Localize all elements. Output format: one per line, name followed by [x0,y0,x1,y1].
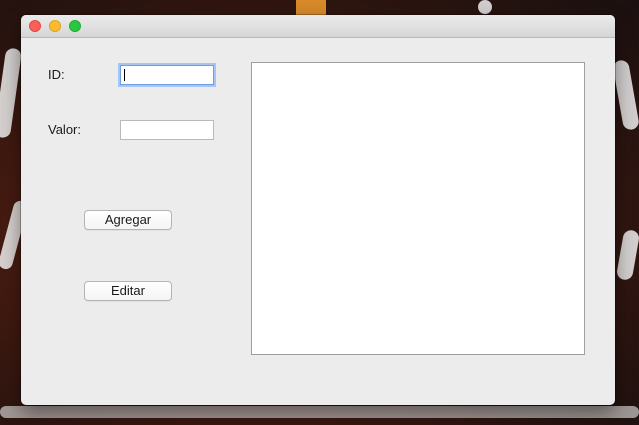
close-window-button[interactable] [29,20,41,32]
valor-input[interactable] [120,120,214,140]
id-input[interactable] [120,65,214,85]
editar-button[interactable]: Editar [84,281,172,301]
wallpaper-stroke [478,0,492,14]
valor-label: Valor: [48,122,81,137]
wallpaper-stroke [0,406,639,418]
minimize-window-button[interactable] [49,20,61,32]
agregar-button[interactable]: Agregar [84,210,172,230]
output-text-area[interactable] [251,62,585,355]
zoom-window-button[interactable] [69,20,81,32]
wallpaper-stroke [615,228,639,282]
wallpaper-stroke [612,59,639,131]
text-caret [124,69,125,81]
wallpaper-stroke [0,47,23,139]
app-window: ID: Valor: Agregar Editar [21,15,615,405]
title-bar[interactable] [21,15,615,38]
id-label: ID: [48,67,65,82]
